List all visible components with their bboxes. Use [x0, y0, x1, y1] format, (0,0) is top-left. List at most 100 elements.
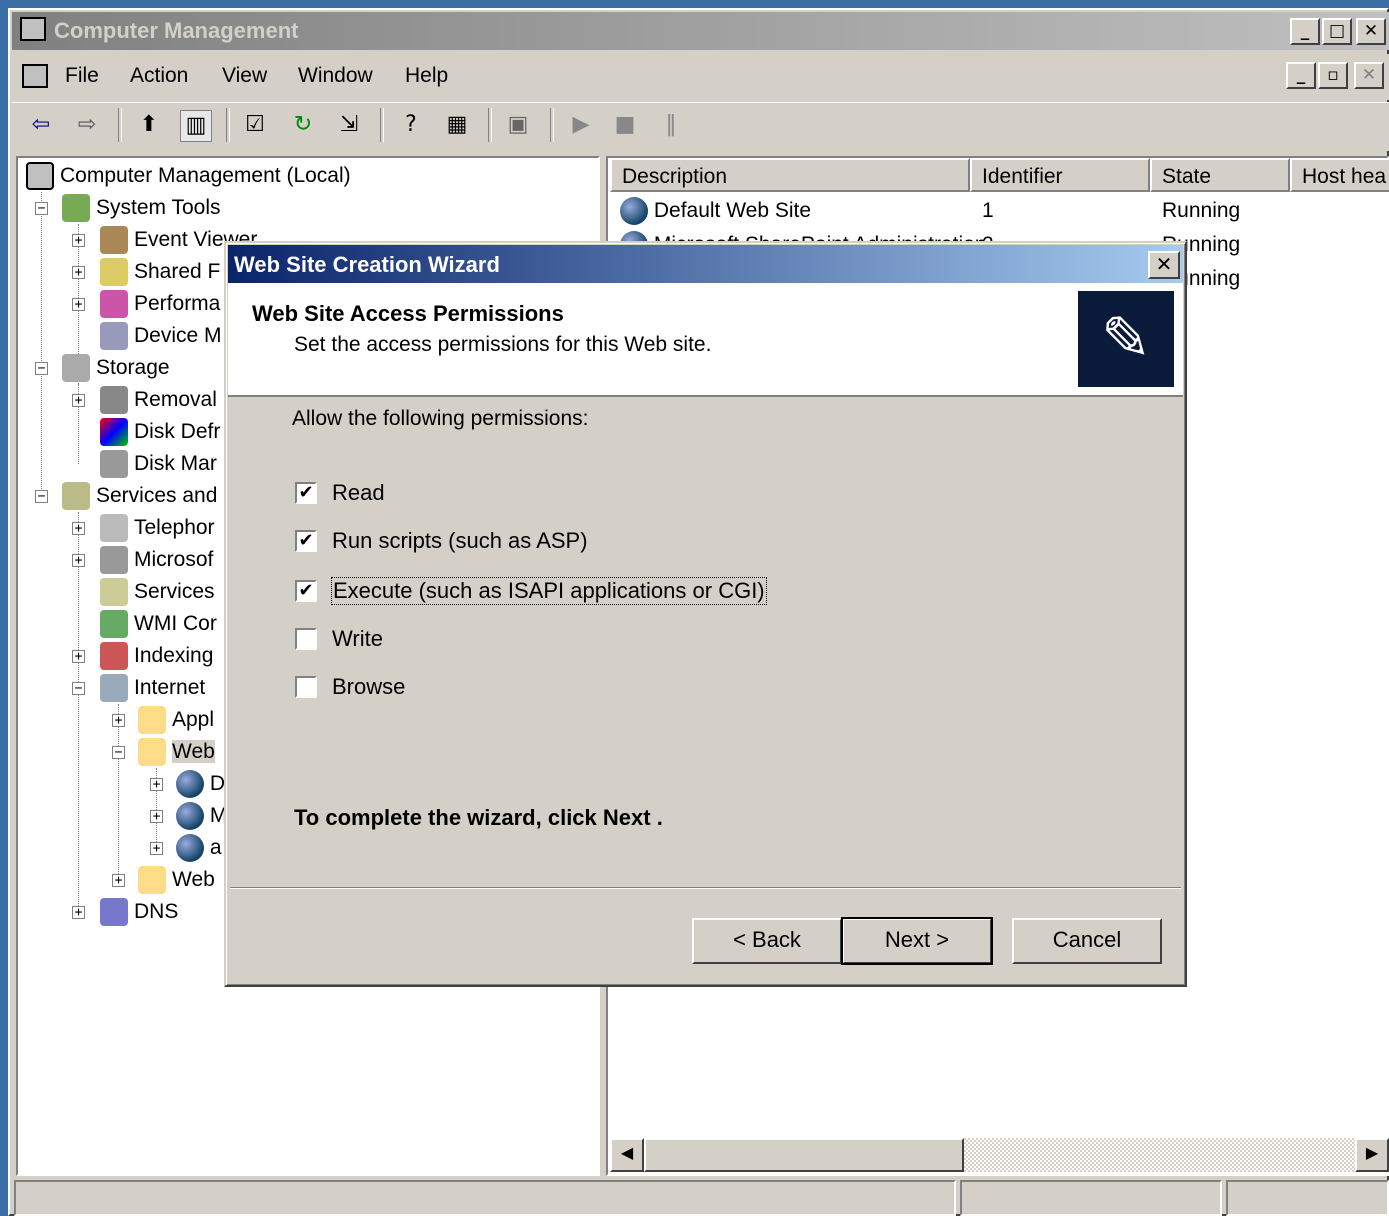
menu-action[interactable]: Action	[130, 64, 188, 88]
globe-icon	[176, 802, 204, 831]
tree-item-shared-folders[interactable]: Shared F	[100, 256, 220, 288]
collapse-icon[interactable]: −	[72, 682, 85, 695]
tree-root[interactable]: Computer Management (Local)	[26, 160, 351, 192]
execute-label[interactable]: Execute (such as ISAPI applications or C…	[331, 577, 767, 605]
tree-item-services[interactable]: Services	[100, 576, 215, 608]
browse-label[interactable]: Browse	[332, 674, 405, 700]
expand-icon[interactable]: +	[72, 266, 85, 279]
table-row[interactable]: Default Web Site 1 Running	[610, 194, 1389, 228]
tree-item-system-tools[interactable]: System Tools	[62, 192, 221, 224]
expand-icon[interactable]: +	[72, 522, 85, 535]
cancel-button[interactable]: Cancel	[1012, 918, 1162, 964]
column-header-state[interactable]: State	[1150, 158, 1290, 192]
console-tree-icon[interactable]: ▦	[442, 110, 472, 140]
maximize-button[interactable]: □	[1322, 18, 1352, 45]
menu-view[interactable]: View	[222, 64, 267, 88]
tree-item-microsoft-sql[interactable]: Microsof	[100, 544, 213, 576]
expand-icon[interactable]: +	[72, 554, 85, 567]
tree-item-performance[interactable]: Performa	[100, 288, 220, 320]
expand-icon[interactable]: +	[72, 234, 85, 247]
play-icon[interactable]: ▶	[566, 110, 596, 140]
expand-icon[interactable]: +	[72, 906, 85, 919]
tree-item-indexing-service[interactable]: Indexing	[100, 640, 213, 672]
stop-icon[interactable]: ■	[610, 110, 640, 140]
expand-icon[interactable]: +	[150, 842, 163, 855]
computer-icon[interactable]: ▣	[503, 110, 533, 140]
back-button[interactable]: < Back	[692, 918, 842, 964]
up-folder-icon[interactable]: ⬆	[134, 110, 164, 140]
wizard-title-bar[interactable]: Web Site Creation Wizard ✕	[228, 245, 1183, 283]
collapse-icon[interactable]: −	[35, 490, 48, 503]
properties-icon[interactable]: ☑	[240, 110, 270, 140]
run-scripts-label[interactable]: Run scripts (such as ASP)	[332, 528, 588, 554]
collapse-icon[interactable]: −	[35, 202, 48, 215]
child-minimize-button[interactable]: _	[1286, 62, 1316, 89]
tree-item-wmi-control[interactable]: WMI Cor	[100, 608, 217, 640]
show-hide-tree-icon[interactable]: ▥	[180, 110, 212, 142]
wmi-icon	[100, 610, 128, 639]
write-checkbox[interactable]	[295, 628, 317, 650]
tree-item-web-sites[interactable]: Web	[138, 736, 215, 768]
next-button[interactable]: Next >	[841, 917, 993, 965]
expand-icon[interactable]: +	[72, 650, 85, 663]
menu-file[interactable]: File	[65, 64, 99, 88]
menu-window[interactable]: Window	[298, 64, 373, 88]
child-restore-button[interactable]: ▫	[1318, 62, 1348, 89]
column-header-description[interactable]: Description	[610, 158, 970, 192]
folder-icon	[138, 738, 166, 767]
tree-item-internet-information-services[interactable]: Internet	[100, 672, 205, 704]
export-list-icon[interactable]: ⇲	[334, 110, 364, 140]
folder-icon	[138, 706, 166, 735]
tree-item-third-web-site[interactable]: a	[176, 832, 222, 864]
toolbar-separator	[488, 108, 492, 142]
back-arrow-icon[interactable]: ⇦	[26, 110, 56, 140]
scroll-right-button[interactable]: ▶	[1355, 1138, 1389, 1172]
tree-item-web-service-extensions[interactable]: Web	[138, 864, 215, 896]
wizard-close-button[interactable]: ✕	[1148, 251, 1180, 279]
minimize-button[interactable]: _	[1290, 18, 1320, 45]
read-label[interactable]: Read	[332, 480, 385, 506]
tree-item-services-and-applications[interactable]: Services and	[62, 480, 217, 512]
tree-item-telephony[interactable]: Telephor	[100, 512, 215, 544]
tree-item-disk-defragmenter[interactable]: Disk Defr	[100, 416, 220, 448]
scroll-thumb[interactable]	[644, 1138, 964, 1172]
console-menu-icon[interactable]	[22, 64, 48, 88]
services-gears-icon	[100, 578, 128, 607]
scroll-left-button[interactable]: ◀	[610, 1138, 644, 1172]
pause-icon[interactable]: ‖	[656, 110, 686, 140]
forward-arrow-icon[interactable]: ⇨	[72, 110, 102, 140]
expand-icon[interactable]: +	[72, 298, 85, 311]
tree-item-dns[interactable]: DNS	[100, 896, 178, 928]
collapse-icon[interactable]: −	[112, 746, 125, 759]
expand-icon[interactable]: +	[112, 874, 125, 887]
main-title-bar[interactable]: Computer Management _ □ ✕	[12, 12, 1389, 50]
tree-item-sharepoint-admin[interactable]: M	[176, 800, 227, 832]
horizontal-scrollbar[interactable]: ◀ ▶	[610, 1138, 1389, 1172]
refresh-icon[interactable]: ↻	[288, 110, 318, 140]
tree-item-removable-storage[interactable]: Removal	[100, 384, 217, 416]
toolbar-separator	[380, 108, 384, 142]
expand-icon[interactable]: +	[150, 810, 163, 823]
tree-item-default-web-site[interactable]: D	[176, 768, 225, 800]
status-pane-2	[960, 1180, 1222, 1216]
close-button[interactable]: ✕	[1356, 18, 1386, 45]
column-header-host-header[interactable]: Host hea	[1290, 158, 1389, 192]
expand-icon[interactable]: +	[112, 714, 125, 727]
tree-item-application-pools[interactable]: Appl	[138, 704, 214, 736]
tree-item-device-manager[interactable]: Device M	[100, 320, 222, 352]
collapse-icon[interactable]: −	[35, 362, 48, 375]
menu-help[interactable]: Help	[405, 64, 448, 88]
help-icon[interactable]: ?	[396, 110, 426, 140]
expand-icon[interactable]: +	[72, 394, 85, 407]
tree-item-disk-management[interactable]: Disk Mar	[100, 448, 217, 480]
tree-item-storage[interactable]: Storage	[62, 352, 170, 384]
browse-checkbox[interactable]	[295, 676, 317, 698]
child-close-button[interactable]: ✕	[1354, 62, 1384, 89]
column-header-identifier[interactable]: Identifier	[970, 158, 1150, 192]
read-checkbox[interactable]: ✔	[295, 482, 317, 504]
run-scripts-checkbox[interactable]: ✔	[295, 530, 317, 552]
expand-icon[interactable]: +	[150, 778, 163, 791]
write-label[interactable]: Write	[332, 626, 383, 652]
window-title: Computer Management	[54, 18, 299, 43]
execute-checkbox[interactable]: ✔	[295, 580, 317, 602]
